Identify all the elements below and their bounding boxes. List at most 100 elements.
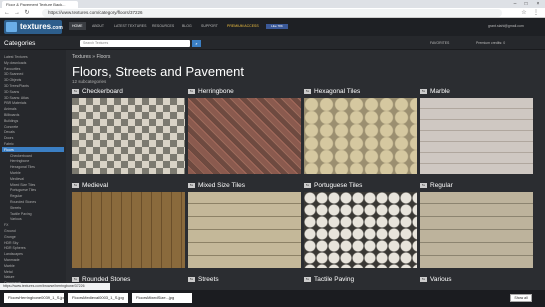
minimize-icon[interactable]: – xyxy=(510,0,520,8)
sidebar-item[interactable]: Latest Textures xyxy=(4,55,28,59)
sidebar-item[interactable]: Marble xyxy=(10,171,21,175)
tile-name[interactable]: Various xyxy=(430,276,452,283)
tile-header[interactable]: 5x Checkerboard xyxy=(72,88,123,96)
sidebar-item[interactable]: Fabric xyxy=(4,142,14,146)
tile-header[interactable]: 5x Hexagonal Tiles xyxy=(304,88,360,96)
sidebar-item[interactable]: My downloads xyxy=(4,61,26,65)
download-item[interactable]: FloorsHerringbone0039_1_S.jpg xyxy=(4,293,66,303)
sidebar-item[interactable]: Decals xyxy=(4,130,15,134)
nav-home[interactable]: HOME xyxy=(69,22,86,30)
sidebar-item[interactable]: PBR Materials xyxy=(4,101,26,105)
close-icon[interactable]: × xyxy=(533,0,543,8)
nav-support[interactable]: SUPPORT xyxy=(201,24,218,28)
search-icon[interactable]: ⌕ xyxy=(192,40,201,47)
sidebar-item[interactable]: Rounded Stones xyxy=(10,200,36,204)
tile-name[interactable]: Mixed Size Tiles xyxy=(198,182,245,189)
tile-name[interactable]: Tactile Paving xyxy=(314,276,354,283)
show-all-button[interactable]: Show all xyxy=(510,294,532,302)
tile-name[interactable]: Regular xyxy=(430,182,453,189)
tile-thumbnail[interactable] xyxy=(420,192,533,268)
tile-header[interactable]: 5x Medieval xyxy=(72,182,108,190)
sidebar-item[interactable]: Landscapes xyxy=(4,252,23,256)
tile-name[interactable]: Rounded Stones xyxy=(82,276,130,283)
sidebar-item[interactable]: 3D Scans: Atlas xyxy=(4,96,29,100)
nav-blog[interactable]: BLOG xyxy=(182,24,192,28)
tile-header[interactable]: 5x Regular xyxy=(420,182,453,190)
sidebar-item[interactable]: Metal xyxy=(4,270,13,274)
tile-name[interactable]: Medieval xyxy=(82,182,108,189)
site-logo[interactable]: textures.com xyxy=(4,20,63,34)
sidebar-item[interactable]: Medieval xyxy=(10,177,24,181)
sidebar-item[interactable]: Grunge xyxy=(4,235,16,239)
tile-header[interactable]: 5x Tactile Paving xyxy=(304,276,354,284)
sidebar-item[interactable]: Buildings xyxy=(4,119,18,123)
sidebar-item[interactable]: Regular xyxy=(10,194,22,198)
address-bar[interactable]: https://www.textures.com/category/floors… xyxy=(42,9,502,17)
reload-icon[interactable]: ↻ xyxy=(23,9,31,17)
tile-thumbnail[interactable] xyxy=(188,192,301,268)
sidebar-item[interactable]: Floors xyxy=(4,148,14,152)
sidebar-item[interactable]: 3D Scans xyxy=(4,90,19,94)
tile-name[interactable]: Hexagonal Tiles xyxy=(314,88,360,95)
tile-thumbnail[interactable] xyxy=(304,192,417,268)
tile-name[interactable]: Streets xyxy=(198,276,219,283)
tile-header[interactable]: 5x Mixed Size Tiles xyxy=(188,182,245,190)
sidebar-item[interactable]: FX xyxy=(4,223,8,227)
maximize-icon[interactable]: □ xyxy=(521,0,531,8)
sidebar-item[interactable]: Tactile Paving xyxy=(10,212,32,216)
sidebar-item[interactable]: Streets xyxy=(10,206,21,210)
forward-icon[interactable]: → xyxy=(13,9,21,17)
tile-thumbnail[interactable] xyxy=(304,98,417,174)
sidebar-item[interactable]: Animals xyxy=(4,107,16,111)
tile-thumbnail[interactable] xyxy=(72,98,185,174)
user-email[interactable]: grant.stahl@gmail.com xyxy=(488,24,524,28)
tile-name[interactable]: Herringbone xyxy=(198,88,234,95)
tile-name[interactable]: Checkerboard xyxy=(82,88,123,95)
tile-name[interactable]: Marble xyxy=(430,88,450,95)
browser-tab[interactable]: Floor & Pavement Texture Back... xyxy=(2,1,78,8)
sidebar-item[interactable]: Concrete xyxy=(4,125,18,129)
tile-header[interactable]: 5x Herringbone xyxy=(188,88,234,96)
sidebar-item[interactable]: 3D Objects xyxy=(4,78,21,82)
tile-thumbnail[interactable] xyxy=(420,98,533,174)
tile-header[interactable]: 5x Portuguese Tiles xyxy=(304,182,362,190)
tile-thumbnail[interactable] xyxy=(72,192,185,268)
sidebar-item[interactable]: Hexagonal Tiles xyxy=(10,165,35,169)
sidebar-item[interactable]: Ground xyxy=(4,229,16,233)
sidebar-item[interactable]: Nature xyxy=(4,275,15,279)
status-url: https://www.textures.com/browse/herringb… xyxy=(0,283,110,290)
tile-header[interactable]: 5x Marble xyxy=(420,88,450,96)
favorites-link[interactable]: FAVORITES xyxy=(430,41,449,45)
search-input[interactable]: Search Textures xyxy=(80,40,190,47)
sidebar-item[interactable]: HDR Sky xyxy=(4,241,18,245)
nav-resources[interactable]: RESOURCES xyxy=(152,24,174,28)
sidebar-item[interactable]: Various xyxy=(10,217,22,221)
nav-premium-access[interactable]: PREMIUM ACCESS xyxy=(227,24,259,28)
download-item[interactable]: FloorsMixedSize...jpg xyxy=(132,293,192,303)
download-item[interactable]: FloorsMedieval0003_1_S.jpg xyxy=(68,293,128,303)
sidebar-item[interactable]: Portuguese Tiles xyxy=(10,188,36,192)
star-icon[interactable]: ☆ xyxy=(520,9,528,17)
sidebar-item[interactable]: Favourites xyxy=(4,67,20,71)
menu-icon[interactable]: ⋮ xyxy=(532,9,540,17)
sidebar-item[interactable]: HDR Spheres xyxy=(4,246,26,250)
tile-thumbnail[interactable] xyxy=(188,98,301,174)
sidebar-item[interactable]: 3D Scanned xyxy=(4,72,23,76)
sidebar-item[interactable]: Mixed Size Tiles xyxy=(10,183,35,187)
sidebar-item[interactable]: Marble xyxy=(4,264,15,268)
sidebar-item[interactable]: Billboards xyxy=(4,113,19,117)
sidebar-item[interactable]: Manmade xyxy=(4,258,20,262)
tile-badge: 5x xyxy=(420,276,427,282)
tile-name[interactable]: Portuguese Tiles xyxy=(314,182,362,189)
nav-latest-textures[interactable]: LATEST TEXTURES xyxy=(114,24,146,28)
sidebar-item[interactable]: 3D Trees/Plants xyxy=(4,84,29,88)
breadcrumb-home[interactable]: Textures xyxy=(72,54,91,60)
tile-header[interactable]: 5x Streets xyxy=(188,276,219,284)
sidebar-item[interactable]: Doors xyxy=(4,136,13,140)
sidebar-item[interactable]: Checkerboard xyxy=(10,154,32,158)
facebook-like-button[interactable]: Like 78K xyxy=(266,24,288,29)
tile-header[interactable]: 5x Various xyxy=(420,276,452,284)
sidebar-item[interactable]: Herringbone xyxy=(10,159,29,163)
back-icon[interactable]: ← xyxy=(3,9,11,17)
nav-about[interactable]: ABOUT xyxy=(92,24,104,28)
